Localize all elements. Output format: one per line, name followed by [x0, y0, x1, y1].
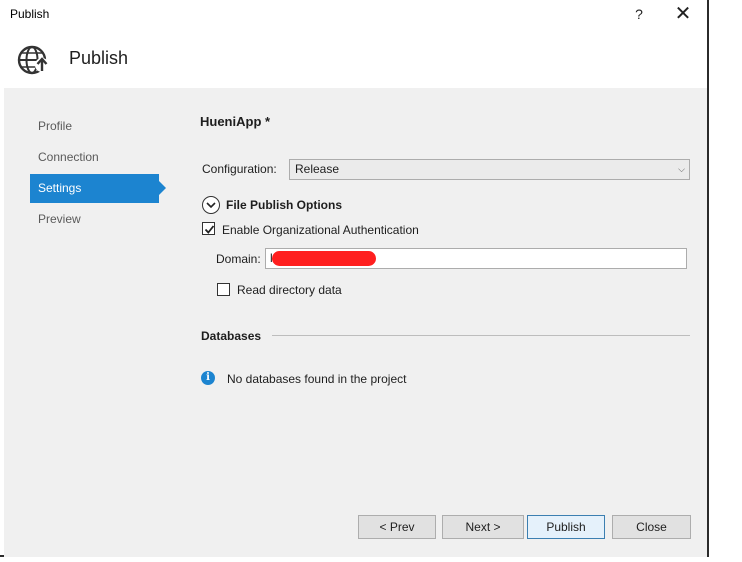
configuration-select[interactable]: Release ⌵ — [289, 159, 690, 180]
nav-item-settings[interactable]: Settings — [30, 174, 166, 203]
configuration-value: Release — [295, 162, 340, 176]
chevron-down-icon: ⌵ — [678, 164, 685, 174]
help-button[interactable]: ? — [628, 3, 650, 25]
chevron-down-icon[interactable] — [202, 196, 220, 214]
enable-org-auth-checkbox[interactable] — [202, 222, 215, 235]
window-title: Publish — [10, 7, 50, 21]
redaction-mark — [272, 251, 376, 266]
globe-publish-icon — [17, 45, 49, 75]
no-databases-message: No databases found in the project — [227, 372, 407, 386]
databases-divider — [272, 335, 690, 336]
dialog-body: Profile Connection Settings Preview Huen… — [4, 88, 707, 557]
info-icon: i — [201, 371, 215, 385]
prev-button[interactable]: < Prev — [358, 515, 436, 539]
domain-label: Domain: — [216, 252, 261, 266]
close-window-button[interactable]: ✕ — [668, 3, 698, 25]
publish-dialog: Publish ? ✕ Publish Profile Connection S… — [0, 0, 709, 557]
read-directory-label: Read directory data — [237, 283, 342, 297]
dialog-header: Publish — [0, 28, 707, 88]
nav-item-profile[interactable]: Profile — [30, 112, 159, 141]
header-title: Publish — [69, 48, 129, 68]
databases-heading: Databases — [201, 329, 262, 343]
publish-button[interactable]: Publish — [527, 515, 605, 539]
close-button[interactable]: Close — [612, 515, 691, 539]
nav-item-preview[interactable]: Preview — [30, 205, 159, 234]
wizard-nav: Profile Connection Settings Preview — [30, 112, 170, 236]
file-publish-options-label: File Publish Options — [226, 198, 343, 212]
nav-item-connection[interactable]: Connection — [30, 143, 159, 172]
next-button[interactable]: Next > — [442, 515, 524, 539]
read-directory-checkbox[interactable] — [217, 283, 230, 296]
enable-org-auth-label: Enable Organizational Authentication — [222, 223, 419, 237]
configuration-label: Configuration: — [202, 162, 277, 176]
app-title: HueniApp * — [200, 114, 271, 129]
title-bar: Publish ? ✕ — [0, 0, 707, 28]
